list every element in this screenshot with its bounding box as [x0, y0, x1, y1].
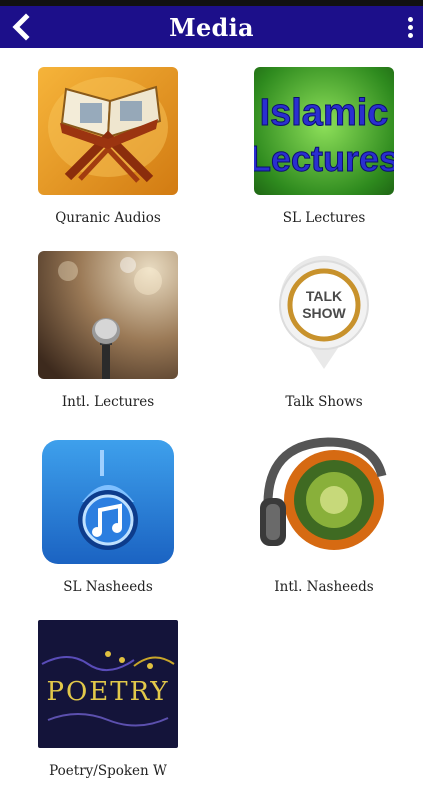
tile-label: Poetry/Spoken W — [49, 763, 167, 779]
talk-show-pin-icon: TALK SHOW — [254, 251, 394, 379]
microphone-icon — [38, 251, 178, 379]
page-title: Media — [169, 13, 254, 42]
islamic-lectures-icon: Islamic Lectures — [254, 67, 394, 195]
art-text-poetry: POETRY — [46, 677, 169, 707]
tile-label: SL Lectures — [282, 210, 366, 226]
app-bar: Media — [0, 6, 423, 48]
art-text-line-1: Islamic — [260, 92, 389, 134]
headphones-quran-icon — [254, 436, 394, 564]
quran-rehal-icon — [38, 67, 178, 195]
poetry-icon: POETRY — [38, 620, 178, 748]
more-vertical-icon — [403, 17, 417, 38]
tile-label: Quranic Audios — [55, 210, 161, 226]
music-mosque-icon — [42, 440, 174, 564]
tile-label: Talk Shows — [285, 394, 363, 410]
more-options-button[interactable] — [403, 15, 417, 41]
art-text-line-2: SHOW — [302, 305, 346, 321]
tile-label: SL Nasheeds — [63, 579, 153, 595]
tile-label: Intl. Nasheeds — [274, 579, 374, 595]
tile-label: Intl. Lectures — [61, 394, 155, 410]
art-text-line-1: TALK — [306, 288, 342, 304]
art-text-line-2: Lectures — [254, 138, 394, 179]
